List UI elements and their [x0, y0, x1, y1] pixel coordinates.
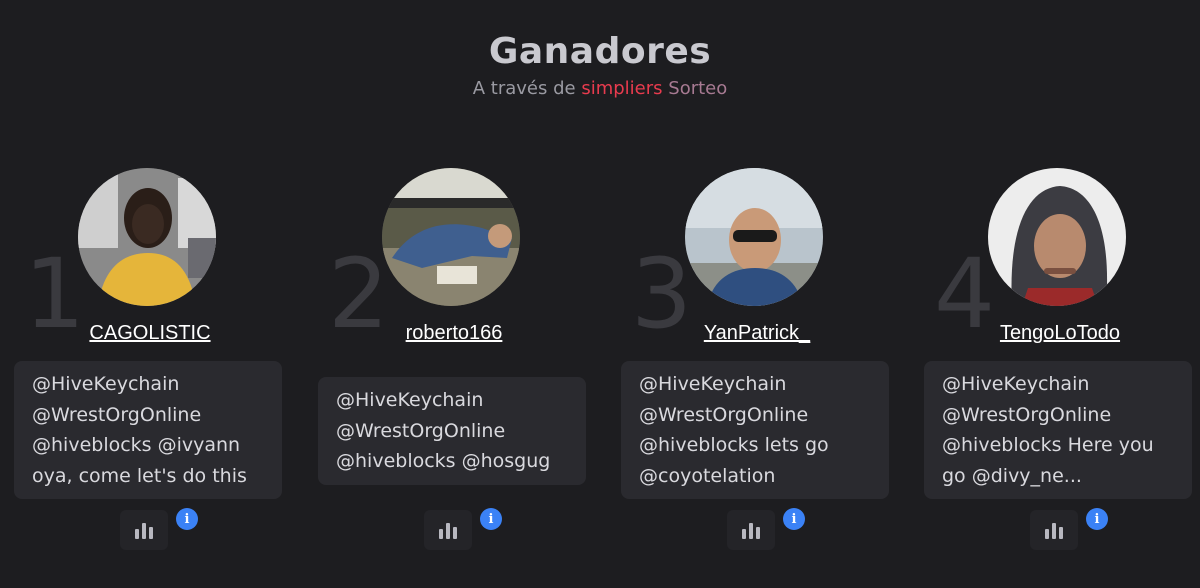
- info-icon[interactable]: i: [176, 508, 198, 530]
- header: Ganadores A través de simpliers Sorteo: [0, 30, 1200, 99]
- avatar[interactable]: [382, 168, 520, 306]
- winner-comment: @HiveKeychain @WrestOrgOnline @hiveblock…: [14, 361, 282, 499]
- winner-username-link[interactable]: YanPatrick_: [621, 322, 893, 345]
- page-subtitle: A través de simpliers Sorteo: [0, 78, 1200, 99]
- winner-comment: @HiveKeychain @WrestOrgOnline @hiveblock…: [318, 377, 586, 485]
- avatar[interactable]: [685, 168, 823, 306]
- info-icon[interactable]: i: [783, 508, 805, 530]
- stats-button[interactable]: [1030, 510, 1078, 550]
- avatar[interactable]: [988, 168, 1126, 306]
- winner-card-4: 4 TengoLoTodo @HiveKeychain @WrestOrgOnl…: [924, 168, 1196, 588]
- stats-button[interactable]: [424, 510, 472, 550]
- winner-actions: i: [727, 508, 805, 556]
- brand-name: simpliers: [581, 78, 663, 99]
- winner-card-3: 3 YanPatrick_ @HiveKeychain @WrestOrgOnl…: [621, 168, 893, 588]
- winner-comment: @HiveKeychain @WrestOrgOnline @hiveblock…: [621, 361, 889, 499]
- subtitle-prefix: A través de: [472, 78, 576, 99]
- avatar[interactable]: [78, 168, 216, 306]
- info-icon[interactable]: i: [1086, 508, 1108, 530]
- bar-chart-icon: [742, 523, 760, 539]
- winners-page: Ganadores A través de simpliers Sorteo 1…: [0, 0, 1200, 588]
- winner-card-1: 1 CAGOLISTIC @HiveKeychain @WrestOrgOnli…: [14, 168, 286, 588]
- bar-chart-icon: [439, 523, 457, 539]
- winner-username-link[interactable]: TengoLoTodo: [924, 322, 1196, 345]
- bar-chart-icon: [1045, 523, 1063, 539]
- winner-actions: i: [424, 508, 502, 556]
- info-icon[interactable]: i: [480, 508, 502, 530]
- stats-button[interactable]: [120, 510, 168, 550]
- bar-chart-icon: [135, 523, 153, 539]
- winner-username-link[interactable]: CAGOLISTIC: [14, 322, 286, 345]
- stats-button[interactable]: [727, 510, 775, 550]
- winner-actions: i: [120, 508, 198, 556]
- winner-actions: i: [1030, 508, 1108, 556]
- subtitle-suffix: Sorteo: [668, 78, 728, 99]
- winner-comment: @HiveKeychain @WrestOrgOnline @hiveblock…: [924, 361, 1192, 499]
- winner-card-2: 2 roberto166 @HiveKeychain @WrestOrgOnli…: [318, 168, 590, 588]
- page-title: Ganadores: [488, 31, 712, 72]
- winner-username-link[interactable]: roberto166: [318, 322, 590, 345]
